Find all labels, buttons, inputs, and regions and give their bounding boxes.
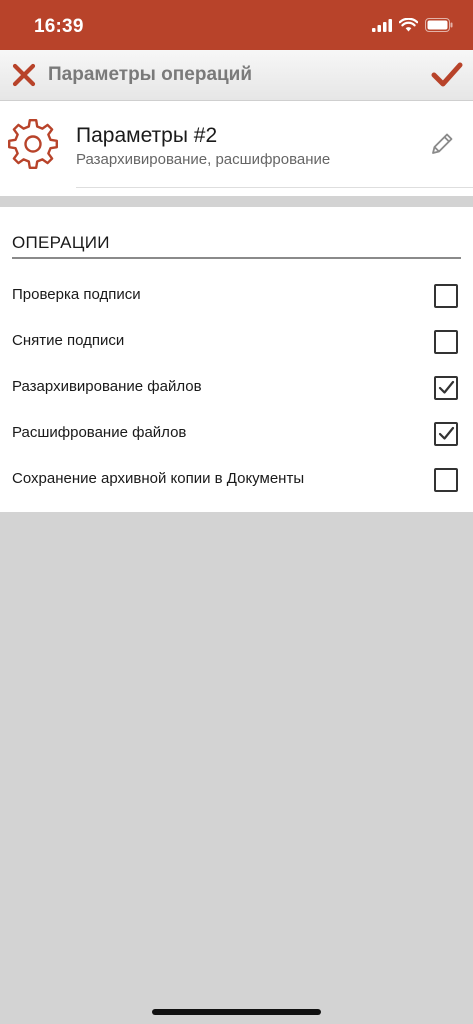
page-title: Параметры операций [48, 64, 253, 85]
status-time: 16:39 [34, 16, 84, 37]
operation-checkbox[interactable] [434, 376, 458, 400]
checkmark-icon [438, 380, 455, 394]
operation-row-decrypt-files[interactable]: Расшифрование файлов [0, 411, 473, 457]
close-button[interactable] [12, 63, 36, 87]
cellular-signal-icon [372, 18, 392, 32]
operation-row-remove-signature[interactable]: Снятие подписи [0, 319, 473, 365]
operation-checkbox[interactable] [434, 284, 458, 308]
operations-divider [12, 257, 461, 259]
operation-label: Разархивирование файлов [12, 378, 202, 395]
edit-button[interactable] [429, 131, 455, 157]
checkmark-icon [438, 426, 455, 440]
nav-bar: Параметры операций [0, 50, 473, 101]
operations-card: ОПЕРАЦИИ Проверка подписи Снятие подписи… [0, 207, 473, 512]
profile-description: Разархивирование, расшифрование [76, 151, 331, 168]
operation-checkbox[interactable] [434, 468, 458, 492]
profile-name: Параметры #2 [76, 124, 218, 147]
status-bar: 16:39 [0, 0, 473, 50]
status-icons [372, 18, 453, 32]
operation-row-save-archive-copy[interactable]: Сохранение архивной копии в Документы [0, 457, 473, 503]
profile-divider [76, 187, 473, 188]
battery-icon [425, 18, 453, 32]
profile-card: Параметры #2 Разархивирование, расшифров… [0, 101, 473, 196]
confirm-button[interactable] [431, 61, 463, 89]
operation-checkbox[interactable] [434, 422, 458, 446]
operation-row-verify-signature[interactable]: Проверка подписи [0, 273, 473, 319]
close-icon [12, 63, 36, 87]
operation-label: Сохранение архивной копии в Документы [12, 470, 305, 487]
wifi-icon [399, 18, 418, 32]
home-indicator [152, 1009, 321, 1015]
operation-label: Проверка подписи [12, 286, 141, 303]
operation-label: Расшифрование файлов [12, 424, 187, 441]
gear-icon [8, 119, 58, 169]
checkmark-icon [431, 62, 463, 87]
operation-row-unarchive-files[interactable]: Разархивирование файлов [0, 365, 473, 411]
operation-label: Снятие подписи [12, 332, 125, 349]
operation-checkbox[interactable] [434, 330, 458, 354]
pencil-icon [432, 133, 453, 154]
operations-header: ОПЕРАЦИИ [12, 233, 110, 252]
